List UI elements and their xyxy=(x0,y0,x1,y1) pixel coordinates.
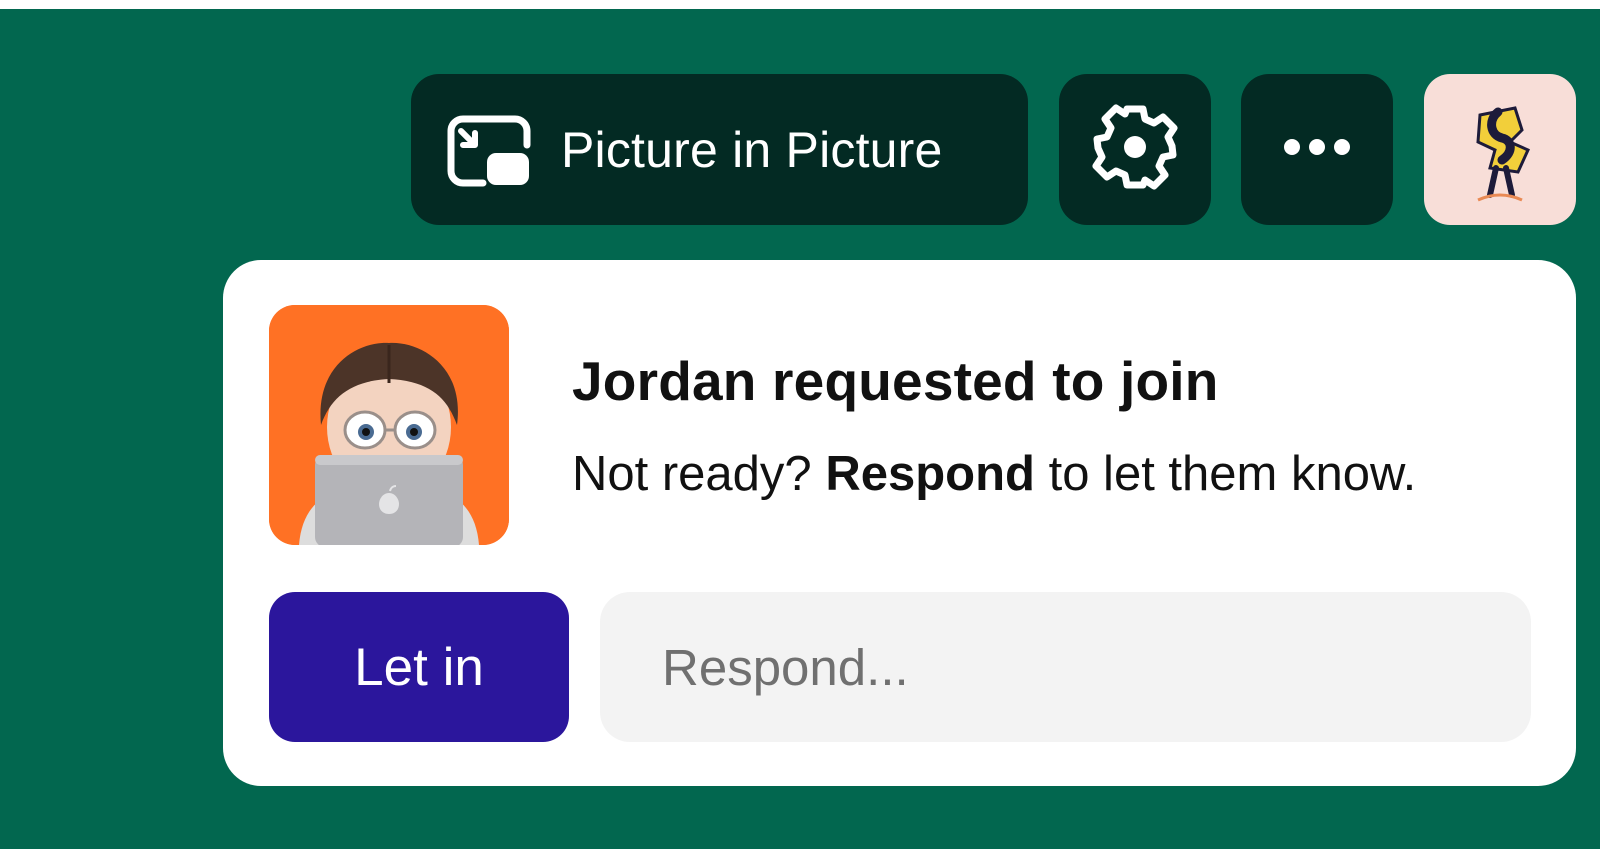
respond-input[interactable] xyxy=(600,592,1531,742)
join-request-card: Jordan requested to join Not ready? Resp… xyxy=(223,260,1576,786)
subtitle-suffix: to let them know. xyxy=(1048,447,1417,501)
requester-avatar xyxy=(269,305,509,545)
settings-button[interactable] xyxy=(1059,74,1211,225)
join-request-title: Jordan requested to join xyxy=(572,350,1219,412)
subtitle-emphasis: Respond xyxy=(825,447,1035,501)
user-avatar[interactable] xyxy=(1424,74,1576,225)
meeting-background: Picture in Picture Jordan requested to j… xyxy=(0,9,1600,849)
gear-icon xyxy=(1090,102,1180,197)
user-avatar-illustration xyxy=(1476,105,1530,201)
let-in-button[interactable]: Let in xyxy=(269,592,569,742)
memoji-avatar-with-laptop xyxy=(269,305,509,545)
picture-in-picture-button[interactable]: Picture in Picture xyxy=(411,74,1028,225)
picture-in-picture-icon xyxy=(445,113,531,187)
subtitle-prefix: Not ready? xyxy=(572,447,812,501)
more-options-button[interactable] xyxy=(1241,74,1393,225)
picture-in-picture-label: Picture in Picture xyxy=(561,121,943,178)
more-horizontal-icon xyxy=(1282,137,1352,162)
join-request-subtitle: Not ready? Respond to let them know. xyxy=(572,446,1416,502)
